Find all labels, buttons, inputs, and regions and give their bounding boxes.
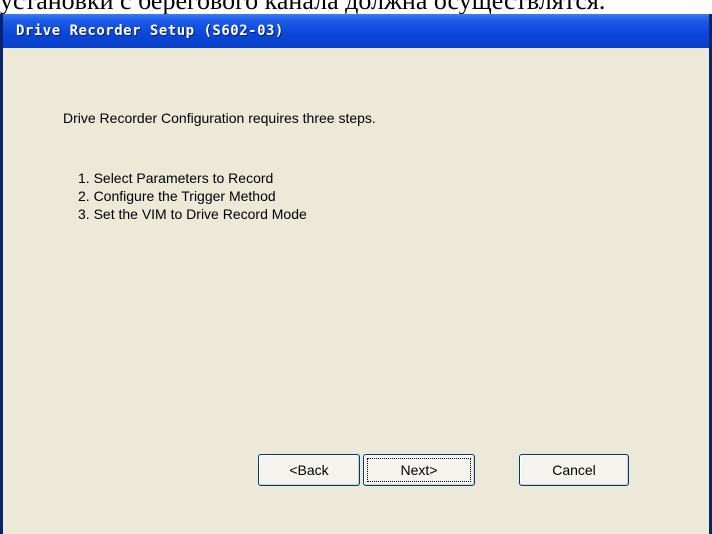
steps-list: 1. Select Parameters to Record 2. Config… — [78, 169, 307, 223]
window-title: Drive Recorder Setup (S602-03) — [16, 23, 284, 39]
next-button[interactable]: Next> — [363, 454, 475, 486]
background-caption: установки с берегового канала должна осу… — [0, 0, 605, 14]
next-button-label: Next> — [367, 458, 471, 482]
background-caption-strip: установки с берегового канала должна осу… — [0, 0, 712, 14]
back-button[interactable]: <Back — [258, 454, 360, 486]
cancel-button[interactable]: Cancel — [519, 454, 629, 486]
step-item: 2. Configure the Trigger Method — [78, 188, 276, 204]
step-item: 3. Set the VIM to Drive Record Mode — [78, 206, 307, 222]
step-item: 1. Select Parameters to Record — [78, 170, 274, 186]
title-bar[interactable]: Drive Recorder Setup (S602-03) — [3, 14, 709, 48]
intro-text: Drive Recorder Configuration requires th… — [63, 110, 376, 126]
